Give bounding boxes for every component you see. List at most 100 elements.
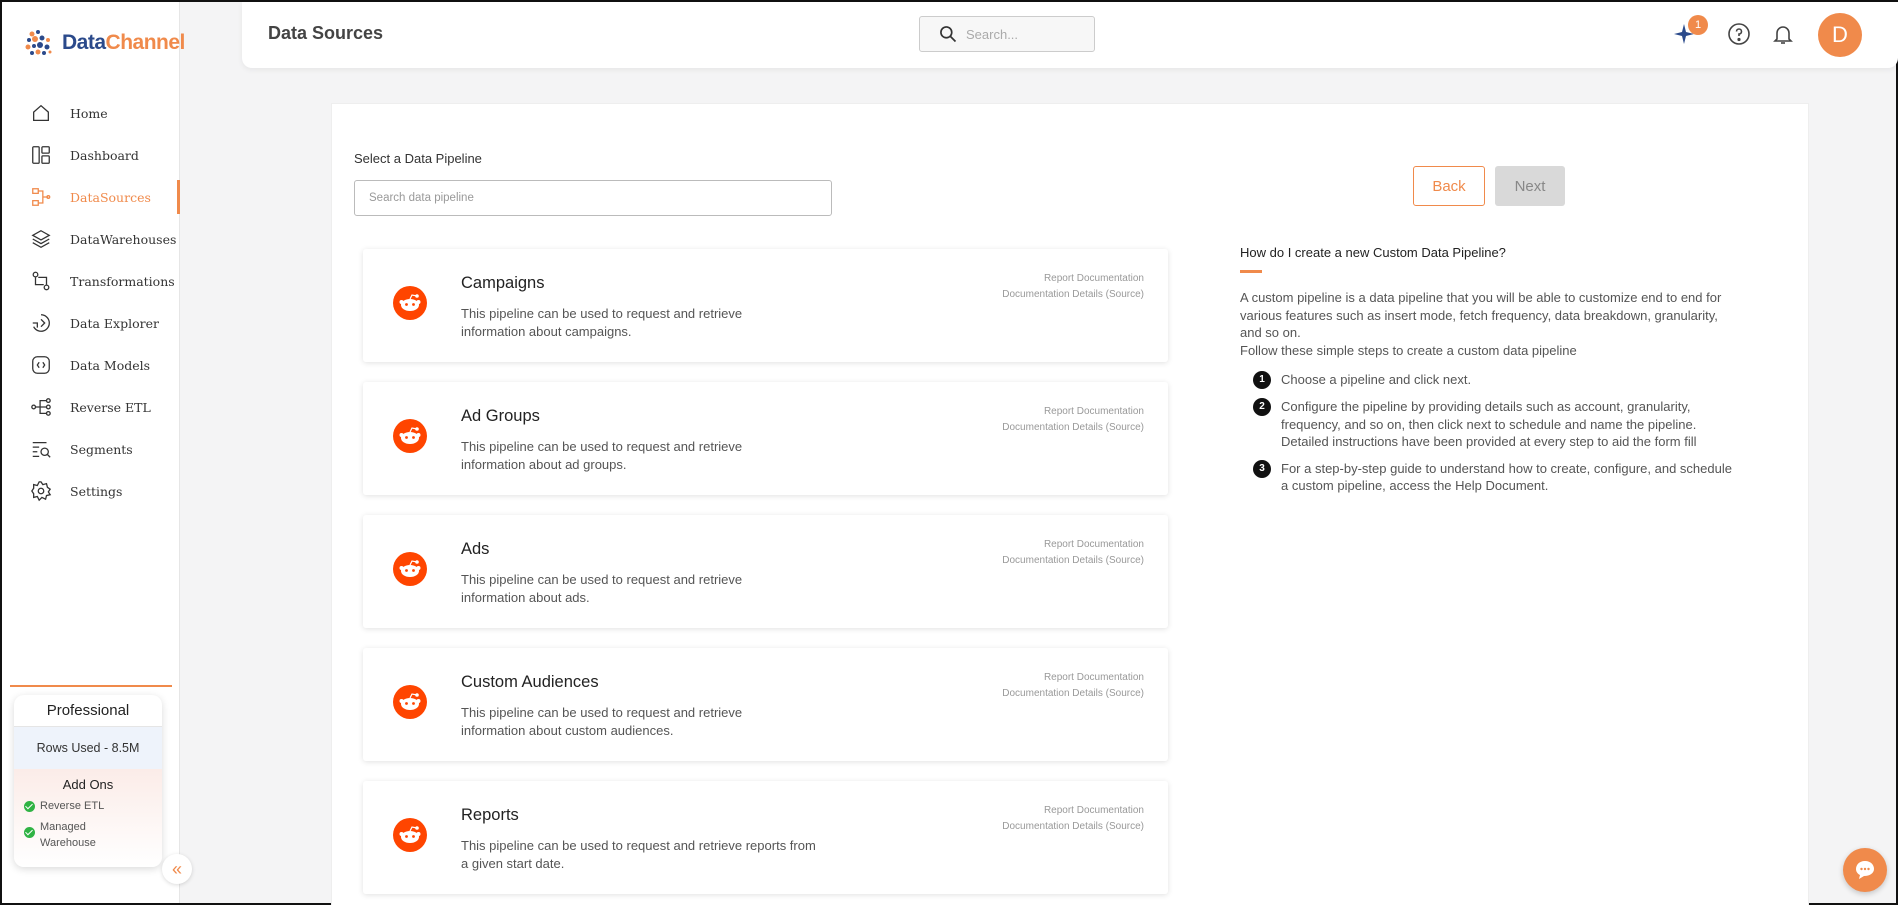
pipeline-name: Ads — [461, 540, 490, 558]
sidebar-nav: Home Dashboard DataSources DataWarehouse… — [2, 92, 180, 512]
sidebar-item-home[interactable]: Home — [2, 92, 180, 134]
explorer-icon — [32, 314, 50, 332]
step-text: Choose a pipeline and click next. — [1281, 372, 1472, 387]
rows-used: Rows Used - 8.5M — [14, 727, 162, 769]
home-icon — [33, 104, 49, 121]
segments-icon — [32, 441, 51, 458]
sidebar-item-reverse-etl[interactable]: Reverse ETL — [2, 386, 180, 428]
help-icon[interactable] — [1727, 22, 1751, 46]
report-documentation-link[interactable]: Report Documentation — [1002, 537, 1144, 553]
chat-support-button[interactable] — [1843, 848, 1887, 892]
sidebar-item-label: Data Explorer — [70, 315, 159, 331]
chat-bubble-icon — [1856, 861, 1874, 879]
report-documentation-link[interactable]: Report Documentation — [1002, 404, 1144, 420]
pipeline-card-campaigns[interactable]: Campaigns This pipeline can be used to r… — [363, 249, 1168, 362]
layers-icon — [31, 230, 51, 248]
logo-mark-icon — [25, 30, 52, 55]
documentation-details-link[interactable]: Documentation Details (Source) — [1002, 686, 1144, 702]
sidebar: DataChannel Home Dashboard DataSources D… — [2, 2, 185, 903]
plan-title: Professional — [14, 695, 162, 727]
pipeline-description: This pipeline can be used to request and… — [461, 439, 743, 472]
step-number: 1 — [1253, 371, 1271, 389]
help-paragraph: A custom pipeline is a data pipeline tha… — [1240, 290, 1722, 340]
sidebar-item-dashboard[interactable]: Dashboard — [2, 134, 180, 176]
addon-item: Reverse ETL — [14, 798, 162, 814]
help-step: 1 Choose a pipeline and click next. — [1253, 371, 1740, 389]
report-documentation-link[interactable]: Report Documentation — [1002, 271, 1144, 287]
pipeline-description: This pipeline can be used to request and… — [461, 705, 743, 738]
pipeline-links: Report Documentation Documentation Detai… — [1002, 803, 1144, 835]
sidebar-item-segments[interactable]: Segments — [2, 428, 180, 470]
datachannel-logo[interactable]: DataChannel — [22, 26, 185, 60]
search-icon — [940, 26, 957, 43]
report-documentation-link[interactable]: Report Documentation — [1002, 803, 1144, 819]
reverse-etl-icon — [31, 398, 51, 416]
search-input[interactable] — [966, 26, 1076, 42]
next-button[interactable]: Next — [1495, 166, 1565, 206]
reddit-icon — [393, 419, 427, 453]
help-step: 3 For a step-by-step guide to understand… — [1253, 459, 1740, 495]
addon-item: Managed Warehouse — [14, 819, 162, 851]
datasources-icon — [32, 188, 51, 206]
pipeline-name: Reports — [461, 806, 519, 824]
pipeline-links: Report Documentation Documentation Detai… — [1002, 537, 1144, 569]
plan-divider — [10, 685, 172, 687]
user-avatar[interactable]: D — [1818, 13, 1862, 57]
help-steps: 1 Choose a pipeline and click next. 2 Co… — [1240, 371, 1740, 495]
help-step: 2 Configure the pipeline by providing de… — [1253, 398, 1740, 451]
transform-icon — [32, 271, 50, 291]
sidebar-item-label: Home — [70, 105, 108, 121]
addons-title: Add Ons — [62, 777, 114, 792]
logo-text: DataChannel — [62, 31, 185, 55]
sidebar-item-label: Settings — [70, 483, 123, 499]
sidebar-item-data-models[interactable]: Data Models — [2, 344, 180, 386]
sidebar-item-datawarehouses[interactable]: DataWarehouses — [2, 218, 180, 260]
global-search[interactable] — [919, 16, 1095, 52]
reddit-icon — [393, 685, 427, 719]
pipeline-description: This pipeline can be used to request and… — [461, 838, 816, 871]
documentation-details-link[interactable]: Documentation Details (Source) — [1002, 819, 1144, 835]
bell-icon[interactable] — [1771, 22, 1795, 46]
pipeline-name: Campaigns — [461, 274, 545, 292]
step-number: 2 — [1253, 398, 1271, 416]
pipeline-card-ads[interactable]: Ads This pipeline can be used to request… — [363, 515, 1168, 628]
select-pipeline-label: Select a Data Pipeline — [354, 151, 482, 166]
gear-icon — [31, 481, 52, 502]
addons-section: Add Ons Reverse ETL Managed Warehouse — [14, 769, 162, 867]
sidebar-item-settings[interactable]: Settings — [2, 470, 180, 512]
pipeline-description: This pipeline can be used to request and… — [461, 306, 743, 339]
double-chevron-left-icon: « — [171, 858, 182, 879]
sidebar-item-label: DataSources — [70, 189, 151, 205]
sidebar-item-label: Data Models — [70, 357, 151, 373]
main-content: Select a Data Pipeline Back Next Campaig… — [331, 103, 1809, 905]
top-header: Data Sources 1 D — [242, 2, 1898, 68]
documentation-details-link[interactable]: Documentation Details (Source) — [1002, 420, 1144, 436]
pipeline-description: This pipeline can be used to request and… — [461, 572, 743, 605]
documentation-details-link[interactable]: Documentation Details (Source) — [1002, 553, 1144, 569]
back-button[interactable]: Back — [1413, 166, 1485, 206]
pipeline-card-ad-groups[interactable]: Ad Groups This pipeline can be used to r… — [363, 382, 1168, 495]
documentation-details-link[interactable]: Documentation Details (Source) — [1002, 287, 1144, 303]
plan-card: Professional Rows Used - 8.5M Add Ons Re… — [14, 695, 162, 867]
logo-text-part1: Data — [62, 31, 106, 54]
sidebar-item-label: DataWarehouses — [70, 231, 177, 247]
page-title: Data Sources — [268, 23, 384, 43]
dashboard-icon — [32, 146, 50, 164]
report-documentation-link[interactable]: Report Documentation — [1002, 670, 1144, 686]
pipeline-search-input[interactable] — [354, 180, 832, 216]
reddit-icon — [393, 286, 427, 320]
pipeline-name: Ad Groups — [461, 407, 540, 425]
pipeline-card-reports[interactable]: Reports This pipeline can be used to req… — [363, 781, 1168, 894]
step-text: Configure the pipeline by providing deta… — [1281, 399, 1697, 449]
logo-text-part2: Channel — [105, 31, 186, 54]
addon-label: Managed Warehouse — [40, 821, 96, 849]
sidebar-item-data-explorer[interactable]: Data Explorer — [2, 302, 180, 344]
pipeline-name: Custom Audiences — [461, 673, 599, 691]
reddit-icon — [393, 818, 427, 852]
pipeline-links: Report Documentation Documentation Detai… — [1002, 670, 1144, 702]
collapse-sidebar-button[interactable]: « — [162, 854, 192, 884]
sidebar-item-transformations[interactable]: Transformations — [2, 260, 180, 302]
sidebar-item-datasources[interactable]: DataSources — [2, 176, 180, 218]
check-circle-icon — [24, 801, 35, 812]
pipeline-card-custom-audiences[interactable]: Custom Audiences This pipeline can be us… — [363, 648, 1168, 761]
